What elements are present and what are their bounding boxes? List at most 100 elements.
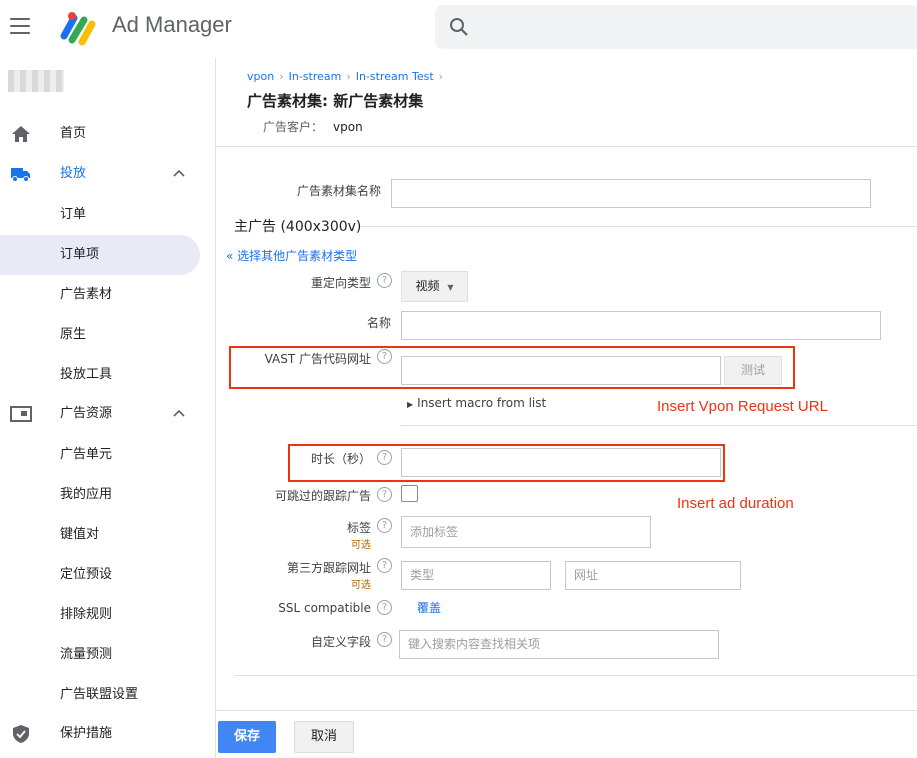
sidebar-item-creatives[interactable]: 广告素材: [0, 275, 200, 315]
help-icon[interactable]: ?: [377, 518, 392, 533]
skippable-tracking-label: 可跳过的跟踪广告: [274, 489, 371, 503]
inventory-icon: [10, 406, 32, 422]
cancel-button[interactable]: 取消: [294, 721, 354, 753]
help-icon[interactable]: ?: [377, 632, 392, 647]
sidebar-item-label: 原生: [60, 327, 87, 342]
divider: [234, 675, 917, 676]
redirect-type-dropdown[interactable]: 视频 ▼: [401, 271, 468, 302]
vast-url-label: VAST 广告代码网址: [264, 352, 371, 366]
sidebar-item-key-values[interactable]: 键值对: [0, 515, 200, 555]
sidebar-item-label: 广告资源: [60, 406, 113, 421]
breadcrumb-link[interactable]: In-stream Test: [356, 70, 434, 83]
sidebar-item-home[interactable]: 首页: [0, 114, 200, 154]
sidebar-item-label: 广告素材: [60, 287, 113, 302]
third-party-tracking-label: 第三方跟踪网址 可选: [257, 559, 371, 591]
advertiser-label: 广告客户：: [263, 120, 324, 134]
divider: [361, 226, 917, 227]
insert-macro-toggle[interactable]: ▶ Insert macro from list: [407, 396, 546, 410]
help-icon[interactable]: ?: [377, 273, 392, 288]
chevron-up-icon[interactable]: [172, 168, 186, 178]
chevron-up-icon[interactable]: [172, 408, 186, 418]
sidebar-item-native[interactable]: 原生: [0, 315, 200, 355]
divider: [217, 710, 917, 711]
home-icon: [12, 126, 30, 142]
breadcrumb-link[interactable]: In-stream: [289, 70, 342, 83]
name-input[interactable]: [401, 311, 881, 340]
truck-icon: [11, 168, 30, 182]
help-icon[interactable]: ?: [377, 600, 392, 615]
caret-right-icon: ▶: [407, 400, 414, 409]
sidebar-item-targeting-presets[interactable]: 定位预设: [0, 555, 200, 595]
dropdown-arrow-icon: ▼: [447, 283, 454, 292]
help-icon[interactable]: ?: [377, 487, 392, 502]
sidebar-item-label: 排除规则: [60, 607, 113, 622]
duration-input[interactable]: [401, 448, 721, 477]
name-label: 名称: [366, 316, 391, 330]
sidebar-item-label: 投放: [60, 166, 87, 181]
shield-icon: [13, 725, 29, 743]
sidebar-item-label: 广告单元: [60, 447, 113, 462]
labels-input[interactable]: 添加标签: [401, 516, 651, 548]
sidebar-nav: 首页 投放 订单 订单项 广告素材 原生 投放工具 广告资源 广告单元 我的应用…: [0, 58, 216, 758]
creative-set-name-input[interactable]: [391, 179, 871, 208]
custom-fields-label: 自定义字段: [310, 635, 371, 649]
ssl-override-link[interactable]: 覆盖: [417, 599, 441, 616]
main-content: vpon › In-stream › In-stream Test › 广告素材集: 新广…: [217, 58, 917, 758]
sidebar-item-delivery-tools[interactable]: 投放工具: [0, 355, 200, 395]
choose-other-creative-type-link[interactable]: « 选择其他广告素材类型: [226, 247, 357, 264]
sidebar-item-label: 订单项: [60, 247, 100, 262]
sidebar-item-exclusion-rules[interactable]: 排除规则: [0, 595, 200, 635]
help-icon[interactable]: ?: [377, 349, 392, 364]
app-title: Ad Manager: [112, 12, 232, 37]
divider: [401, 425, 917, 426]
breadcrumb-link[interactable]: vpon: [247, 70, 274, 83]
page-title: 广告素材集: 新广告素材集: [247, 92, 424, 110]
search-bar[interactable]: [435, 5, 917, 49]
sidebar-item-apps[interactable]: 我的应用: [0, 475, 200, 515]
skippable-checkbox[interactable]: [401, 485, 418, 502]
breadcrumb-separator: ›: [346, 70, 351, 83]
sidebar-item-label: 首页: [60, 126, 87, 141]
advertiser-value: vpon: [333, 120, 363, 134]
sidebar-item-label: 键值对: [60, 527, 100, 542]
divider: [217, 146, 917, 147]
ad-manager-logo[interactable]: [56, 6, 98, 48]
sidebar-item-traffic-forecast[interactable]: 流量预测: [0, 635, 200, 675]
sidebar-item-label: 我的应用: [60, 487, 113, 502]
search-icon[interactable]: [449, 17, 469, 37]
vast-url-input[interactable]: [401, 356, 721, 385]
help-icon[interactable]: ?: [377, 450, 392, 465]
top-app-bar: Ad Manager: [0, 0, 917, 56]
sidebar-item-label: 广告联盟设置: [60, 687, 139, 702]
duration-label: 时长（秒）: [310, 452, 371, 466]
third-party-label-text: 第三方跟踪网址: [286, 561, 371, 575]
annotation-vast: Insert Vpon Request URL: [657, 398, 828, 415]
breadcrumb-separator: ›: [279, 70, 284, 83]
test-button[interactable]: 测试: [724, 356, 782, 385]
tracking-type-input[interactable]: 类型: [401, 561, 551, 590]
custom-fields-search-input[interactable]: 键入搜索内容查找相关项: [399, 630, 719, 659]
sidebar-item-network-settings[interactable]: 广告联盟设置: [0, 675, 200, 715]
optional-hint: 可选: [351, 580, 371, 591]
sidebar-item-line-items[interactable]: 订单项: [0, 235, 200, 275]
optional-hint: 可选: [351, 540, 371, 551]
sidebar-item-ad-units[interactable]: 广告单元: [0, 435, 200, 475]
ssl-compatible-label: SSL compatible: [278, 601, 371, 615]
tracking-url-input[interactable]: 网址: [565, 561, 741, 590]
annotation-duration: Insert ad duration: [677, 495, 794, 512]
sidebar-item-label: 订单: [60, 207, 87, 222]
hamburger-menu-icon[interactable]: [10, 18, 30, 34]
insert-macro-link: Insert macro from list: [417, 396, 547, 410]
breadcrumb-separator: ›: [438, 70, 444, 83]
help-icon[interactable]: ?: [377, 558, 392, 573]
sidebar-item-delivery[interactable]: 投放: [0, 154, 200, 194]
creative-set-name-label: 广告素材集名称: [296, 184, 381, 198]
labels-label: 标签 可选: [277, 519, 371, 551]
save-button[interactable]: 保存: [218, 721, 276, 753]
sidebar-item-inventory[interactable]: 广告资源: [0, 394, 200, 434]
labels-label-text: 标签: [346, 521, 371, 535]
redirect-type-label: 重定向类型: [310, 276, 371, 290]
sidebar-item-protections[interactable]: 保护措施: [0, 714, 200, 754]
sidebar-item-orders[interactable]: 订单: [0, 195, 200, 235]
sidebar-item-label: 保护措施: [60, 726, 113, 741]
